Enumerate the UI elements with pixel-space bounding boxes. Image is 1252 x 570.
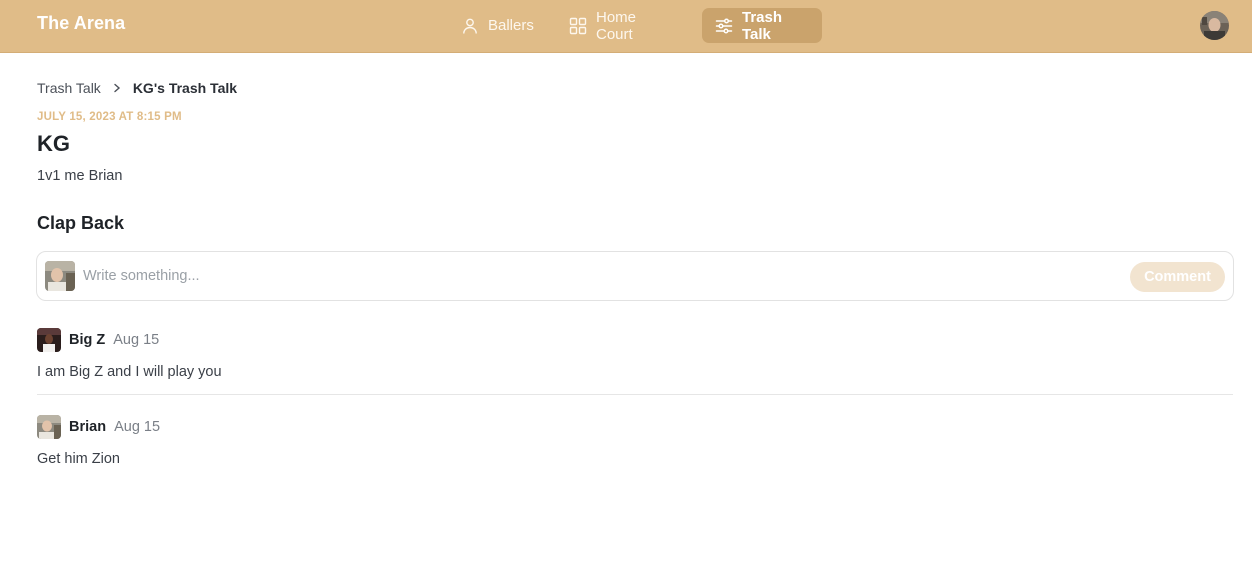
- comment-text: Get him Zion: [37, 451, 120, 467]
- commenter-avatar[interactable]: [37, 415, 61, 439]
- post-body: 1v1 me Brian: [37, 168, 123, 184]
- comment-input[interactable]: [83, 262, 1113, 290]
- user-icon: [461, 17, 479, 35]
- breadcrumb-root-link[interactable]: Trash Talk: [37, 80, 101, 96]
- commenter-name[interactable]: Big Z: [69, 332, 105, 348]
- nav-item-ballers[interactable]: Ballers: [448, 8, 545, 43]
- nav-item-label: Trash Talk: [742, 8, 783, 43]
- comment-item: Big Z Aug 15 I am Big Z and I will play …: [37, 328, 1233, 395]
- comment-header: Big Z Aug 15: [37, 328, 159, 352]
- brand-logo[interactable]: The Arena: [37, 13, 125, 34]
- sliders-icon: [715, 17, 733, 35]
- comment-item: Brian Aug 15 Get him Zion: [37, 415, 1233, 475]
- comment-button[interactable]: Comment: [1130, 262, 1225, 292]
- nav-item-label: Ballers: [488, 17, 534, 34]
- composer-avatar: [45, 261, 75, 291]
- breadcrumb-current: KG's Trash Talk: [132, 80, 238, 96]
- commenter-avatar[interactable]: [37, 328, 61, 352]
- comment-header: Brian Aug 15: [37, 415, 160, 439]
- post-author: KG: [37, 131, 70, 156]
- nav-item-label: Home Court: [596, 8, 637, 43]
- grid-icon: [569, 17, 587, 35]
- nav-item-home-court[interactable]: Home Court: [556, 8, 647, 43]
- top-navbar: The Arena Ballers Home Court Trash Talk: [0, 0, 1252, 53]
- post-date: JULY 15, 2023 AT 8:15 PM: [37, 111, 182, 123]
- comment-composer: Comment: [36, 251, 1234, 301]
- user-avatar[interactable]: [1200, 11, 1229, 40]
- comment-text: I am Big Z and I will play you: [37, 364, 222, 380]
- breadcrumb: Trash Talk KG's Trash Talk: [37, 79, 237, 97]
- comment-date: Aug 15: [113, 332, 160, 348]
- nav-item-trash-talk[interactable]: Trash Talk: [702, 8, 822, 43]
- commenter-name[interactable]: Brian: [69, 419, 106, 435]
- comment-date: Aug 15: [114, 419, 161, 435]
- chevron-right-icon: [113, 83, 121, 93]
- clap-back-heading: Clap Back: [37, 213, 125, 233]
